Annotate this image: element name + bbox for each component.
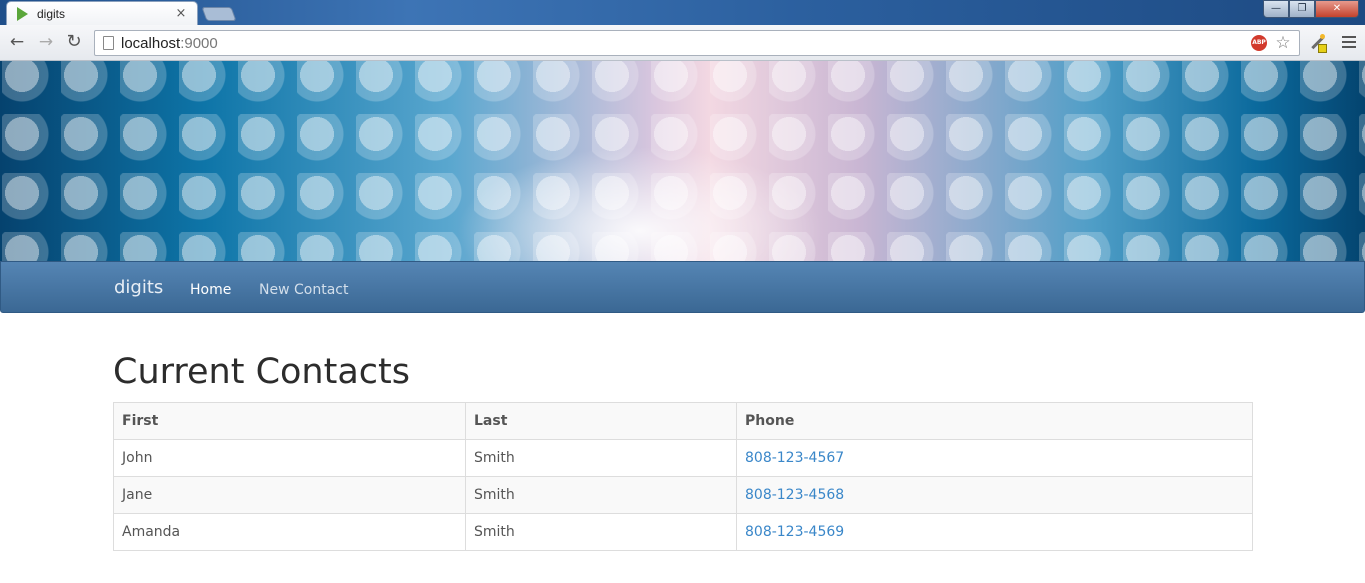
cell-last: Smith <box>465 439 737 477</box>
cell-last: Smith <box>465 476 737 514</box>
contacts-table: First Last Phone John Smith 808-123-4567… <box>113 402 1253 551</box>
table-row: Jane Smith 808-123-4568 <box>113 476 1253 514</box>
address-bar[interactable]: localhost:9000 ABP ☆ <box>94 30 1300 56</box>
cell-phone: 808-123-4568 <box>736 476 1253 514</box>
play-favicon-icon <box>17 6 28 21</box>
bookmark-star-icon[interactable]: ☆ <box>1273 33 1293 53</box>
cell-last: Smith <box>465 513 737 551</box>
column-header-first: First <box>113 402 466 440</box>
cell-first: John <box>113 439 466 477</box>
phone-link[interactable]: 808-123-4568 <box>745 487 844 503</box>
back-arrow-icon[interactable]: ← <box>7 32 27 52</box>
table-row: Amanda Smith 808-123-4569 <box>113 513 1253 551</box>
nav-link-home[interactable]: Home <box>190 282 231 298</box>
browser-titlebar: digits × — ❐ ✕ <box>0 0 1365 25</box>
cell-phone: 808-123-4567 <box>736 439 1253 477</box>
url-port: :9000 <box>180 34 218 52</box>
column-header-phone: Phone <box>736 402 1253 440</box>
tab-title: digits <box>37 6 66 21</box>
browser-tab[interactable]: digits × <box>6 1 198 25</box>
navbar-brand[interactable]: digits <box>114 277 163 298</box>
nav-link-new-contact[interactable]: New Contact <box>259 282 348 298</box>
url-host: localhost <box>121 34 181 52</box>
header-banner-image <box>0 61 1365 261</box>
adblock-icon[interactable]: ABP <box>1251 35 1267 51</box>
browser-toolbar: ← → ↻ localhost:9000 ABP ☆ <box>0 25 1365 61</box>
forward-arrow-icon[interactable]: → <box>36 32 56 52</box>
extension-wand-icon[interactable] <box>1307 32 1329 54</box>
navbar: digits Home New Contact <box>0 261 1365 313</box>
maximize-button[interactable]: ❐ <box>1289 0 1315 18</box>
cell-first: Amanda <box>113 513 466 551</box>
url-text[interactable]: localhost:9000 <box>121 35 1251 52</box>
phone-link[interactable]: 808-123-4567 <box>745 450 844 466</box>
page-icon <box>103 36 114 50</box>
minimize-button[interactable]: — <box>1263 0 1289 18</box>
window-controls: — ❐ ✕ <box>1263 0 1359 18</box>
close-window-button[interactable]: ✕ <box>1315 0 1359 18</box>
phone-link[interactable]: 808-123-4569 <box>745 524 844 540</box>
table-header-row: First Last Phone <box>113 402 1253 440</box>
new-tab-button[interactable] <box>201 7 237 21</box>
tab-close-icon[interactable]: × <box>173 6 189 21</box>
column-header-last: Last <box>465 402 737 440</box>
page-title: Current Contacts <box>113 352 410 392</box>
table-row: John Smith 808-123-4567 <box>113 439 1253 477</box>
cell-first: Jane <box>113 476 466 514</box>
reload-icon[interactable]: ↻ <box>64 32 84 52</box>
browser-menu-icon[interactable] <box>1340 33 1358 51</box>
cell-phone: 808-123-4569 <box>736 513 1253 551</box>
